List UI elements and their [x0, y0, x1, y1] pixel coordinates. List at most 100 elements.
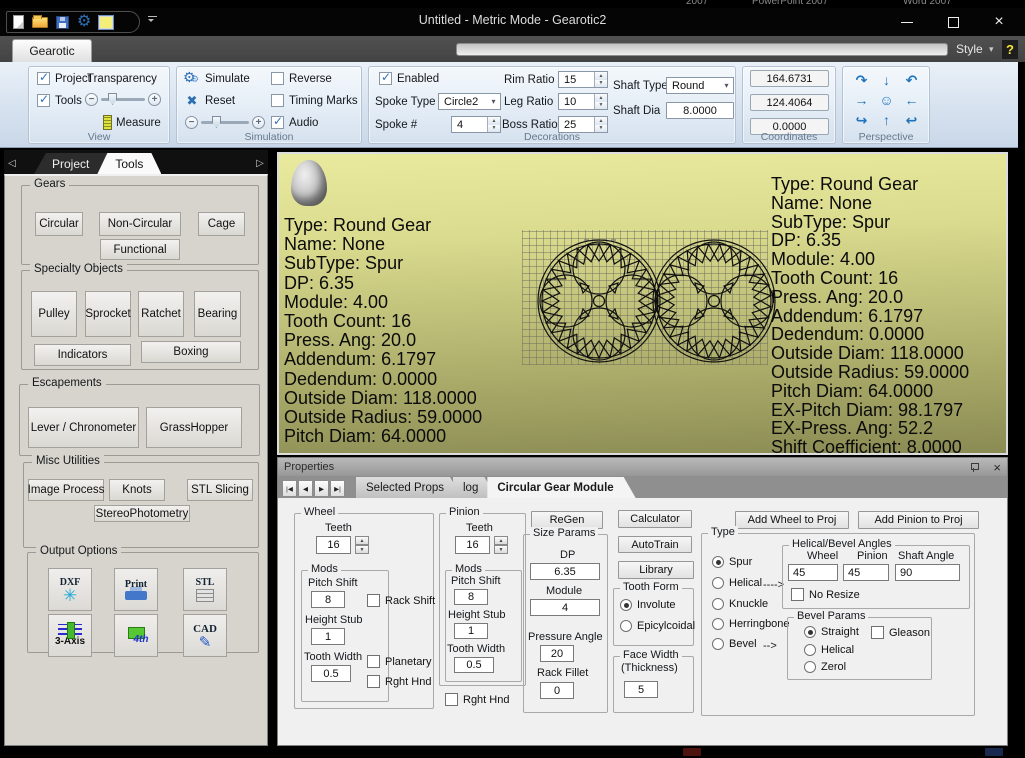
tab-next-icon[interactable]: ▶	[314, 480, 329, 497]
timing-marks-checkbox[interactable]: Timing Marks	[271, 94, 358, 107]
wheel-teeth-spinner[interactable]: ▲▼	[355, 536, 369, 554]
straight-radio[interactable]: Straight	[804, 626, 859, 638]
pinion-height-stub-field[interactable]: 1	[454, 623, 488, 639]
add-pinion-to-proj-button[interactable]: Add Pinion to Proj	[858, 511, 979, 529]
maximize-button[interactable]	[938, 10, 968, 34]
slider-minus-icon[interactable]: −	[85, 93, 98, 106]
autotrain-button[interactable]: AutoTrain	[618, 536, 692, 553]
measure-button[interactable]: Measure	[103, 115, 161, 130]
reverse-checkbox[interactable]: Reverse	[271, 72, 332, 85]
style-label[interactable]: Style	[956, 42, 983, 56]
knuckle-radio[interactable]: Knuckle	[712, 598, 768, 610]
properties-close-icon[interactable]: ×	[993, 461, 1001, 474]
tab-circular-gear-module[interactable]: Circular Gear Module	[487, 477, 635, 498]
stl-slicing-button[interactable]: STL Slicing	[187, 479, 253, 501]
rotate-cw-icon[interactable]: ↷	[849, 70, 874, 90]
grasshopper-button[interactable]: GrassHopper	[146, 407, 242, 448]
helical-radio[interactable]: Helical	[712, 577, 762, 589]
bearing-button[interactable]: Bearing	[194, 291, 241, 337]
pinion-tooth-width-field[interactable]: 0.5	[454, 657, 494, 673]
shaft-type-dropdown[interactable]: Round▾	[666, 77, 734, 94]
rack-fillet-field[interactable]: 0	[540, 682, 574, 699]
sprocket-button[interactable]: Sprocket	[85, 291, 131, 337]
wheel-tooth-width-field[interactable]: 0.5	[311, 665, 351, 682]
tab-first-icon[interactable]: |◀	[282, 480, 297, 497]
pressure-angle-field[interactable]: 20	[540, 645, 574, 662]
dxf-export-button[interactable]: DXF ✳	[48, 568, 92, 611]
dp-field[interactable]: 6.35	[530, 563, 600, 580]
gleason-checkbox[interactable]: Gleason	[871, 626, 930, 639]
slider-thumb[interactable]	[108, 93, 117, 105]
pinion-teeth-field[interactable]: 16	[455, 536, 490, 554]
minimize-button[interactable]	[892, 10, 922, 34]
epicylcoidal-radio[interactable]: Epicylcoidal	[620, 620, 695, 632]
slider-plus-icon[interactable]: +	[148, 93, 161, 106]
pulley-button[interactable]: Pulley	[31, 291, 77, 337]
slider-plus-icon[interactable]: +	[252, 116, 265, 129]
angles-pinion-field[interactable]: 45	[843, 564, 889, 581]
herringbone-radio[interactable]: Herringbone	[712, 618, 790, 630]
tab-last-icon[interactable]: ▶|	[330, 480, 345, 497]
tab-scroll-right-icon[interactable]: ▷	[252, 158, 268, 174]
pan-right-icon[interactable]: →	[849, 90, 874, 110]
project-checkbox[interactable]: Project	[37, 72, 91, 85]
pan-left-icon[interactable]: ←	[899, 90, 924, 110]
enabled-checkbox[interactable]: Enabled	[379, 72, 439, 85]
pinion-teeth-spinner[interactable]: ▲▼	[494, 536, 508, 554]
swing-right-icon[interactable]: ↪	[849, 110, 874, 130]
rotate-ccw-icon[interactable]: ↶	[899, 70, 924, 90]
swing-left-icon[interactable]: ↩	[899, 110, 924, 130]
lever-chronometer-button[interactable]: Lever / Chronometer	[28, 407, 139, 448]
slider-minus-icon[interactable]: −	[185, 116, 198, 129]
pinion-rght-hnd-checkbox[interactable]: Rght Hnd	[445, 693, 509, 706]
print-button[interactable]: Print	[114, 568, 158, 611]
reset-view-face-icon[interactable]: ☺	[874, 90, 899, 110]
three-axis-button[interactable]: 3-Axis	[48, 614, 92, 657]
wheel-teeth-field[interactable]: 16	[316, 536, 351, 554]
spur-radio[interactable]: Spur	[712, 556, 752, 568]
image-process-button[interactable]: Image Process	[28, 479, 104, 501]
slider-thumb[interactable]	[212, 116, 221, 128]
bevel-radio[interactable]: Bevel	[712, 638, 757, 650]
knots-button[interactable]: Knots	[109, 479, 165, 501]
wheel-pitch-shift-field[interactable]: 8	[311, 591, 345, 608]
style-dropdown-icon[interactable]: ▾	[989, 44, 994, 55]
face-width-field[interactable]: 5	[624, 681, 658, 698]
cage-button[interactable]: Cage	[198, 212, 245, 236]
simulation-speed-slider[interactable]: − +	[185, 116, 265, 129]
module-field[interactable]: 4	[530, 599, 600, 616]
leg-ratio-spinner[interactable]: 10▲▼	[558, 93, 608, 110]
cad-export-button[interactable]: CAD ✎	[183, 614, 227, 657]
bevel-helical-radio[interactable]: Helical	[804, 644, 854, 656]
audio-checkbox[interactable]: Audio	[271, 116, 318, 129]
simulate-button[interactable]: ⚙⚙ Simulate	[183, 71, 250, 87]
tilt-up-icon[interactable]: ↑	[874, 110, 899, 130]
library-button[interactable]: Library	[618, 561, 694, 579]
wheel-rght-hnd-checkbox[interactable]: Rght Hnd	[367, 675, 431, 688]
indicators-button[interactable]: Indicators	[34, 344, 131, 366]
reset-button[interactable]: ✖ Reset	[183, 93, 235, 109]
planetary-checkbox[interactable]: Planetary	[367, 655, 431, 668]
tab-scroll-left-icon[interactable]: ◁	[4, 158, 20, 174]
no-resize-checkbox[interactable]: No Resize	[791, 588, 860, 601]
zerol-radio[interactable]: Zerol	[804, 661, 846, 673]
tab-gearotic[interactable]: Gearotic	[12, 39, 92, 62]
spoke-type-dropdown[interactable]: Circle2▾	[438, 93, 501, 110]
involute-radio[interactable]: Involute	[620, 599, 676, 611]
tilt-down-icon[interactable]: ↓	[874, 70, 899, 90]
non-circular-button[interactable]: Non-Circular	[99, 212, 181, 236]
wheel-height-stub-field[interactable]: 1	[311, 628, 345, 645]
gear-viewport[interactable]: Type: Round Gear Name: None SubType: Spu…	[277, 152, 1008, 455]
boxing-button[interactable]: Boxing	[141, 341, 241, 363]
rim-ratio-spinner[interactable]: 15▲▼	[558, 71, 608, 88]
angles-wheel-field[interactable]: 45	[788, 564, 838, 581]
calculator-button[interactable]: Calculator	[618, 510, 692, 528]
circular-button[interactable]: Circular	[35, 212, 83, 236]
pinion-pitch-shift-field[interactable]: 8	[454, 589, 488, 605]
stl-export-button[interactable]: STL	[183, 568, 227, 611]
pin-icon[interactable]	[971, 462, 979, 472]
tab-prev-icon[interactable]: ◀	[298, 480, 313, 497]
tools-checkbox[interactable]: Tools	[37, 94, 82, 107]
fourth-axis-button[interactable]: 4th	[114, 614, 158, 657]
transparency-slider[interactable]: − +	[85, 93, 161, 106]
